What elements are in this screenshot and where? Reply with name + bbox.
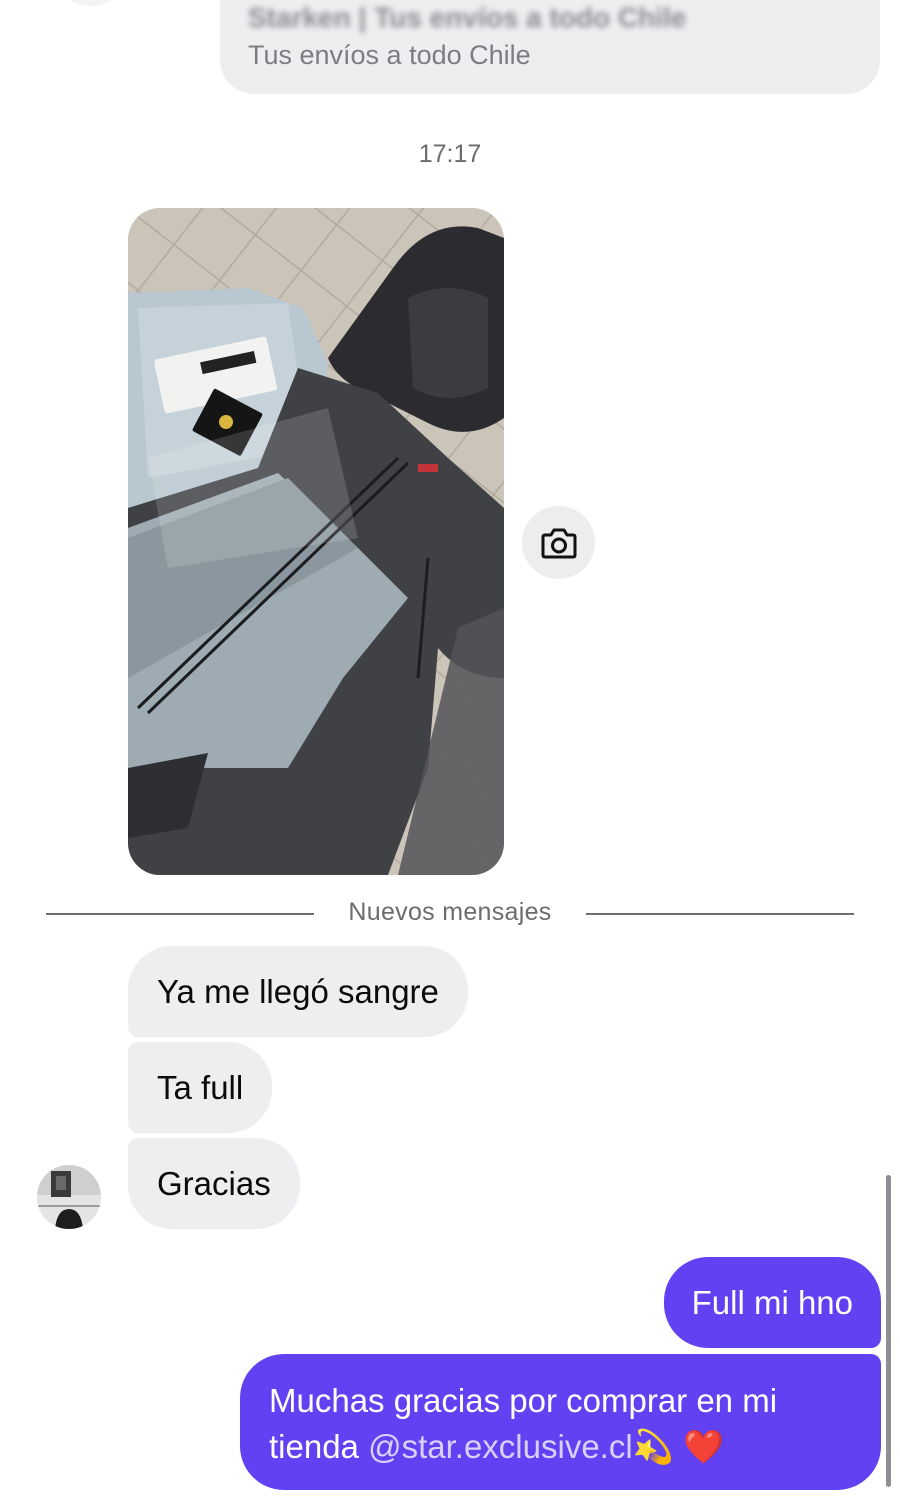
- incoming-message[interactable]: Ta full: [128, 1042, 273, 1133]
- incoming-message[interactable]: Gracias: [128, 1138, 300, 1229]
- camera-button[interactable]: [522, 506, 595, 579]
- top-edge-shape-left: [66, 0, 116, 6]
- outgoing-message[interactable]: Muchas gracias por comprar en mi tienda …: [240, 1354, 881, 1490]
- message-emojis: 💫 ❤️: [632, 1428, 725, 1465]
- mention-link[interactable]: @star.exclusive.cl: [368, 1428, 633, 1465]
- link-preview-subtitle: Tus envíos a todo Chile: [248, 40, 531, 70]
- sender-avatar[interactable]: [37, 1165, 101, 1229]
- incoming-message[interactable]: Ya me llegó sangre: [128, 946, 468, 1037]
- link-preview-card[interactable]: Starken | Tus envíos a todo Chile Tus en…: [220, 0, 880, 94]
- camera-icon: [541, 528, 576, 558]
- link-preview-title: Starken | Tus envíos a todo Chile: [248, 2, 687, 33]
- avatar-image: [37, 1165, 101, 1229]
- photo-message[interactable]: [128, 208, 504, 875]
- divider-line-right: [586, 913, 854, 915]
- outgoing-message[interactable]: Full mi hno: [663, 1257, 881, 1348]
- scrollbar[interactable]: [886, 1175, 891, 1487]
- message-timestamp: 17:17: [418, 140, 482, 168]
- jacket-photo: [128, 208, 504, 875]
